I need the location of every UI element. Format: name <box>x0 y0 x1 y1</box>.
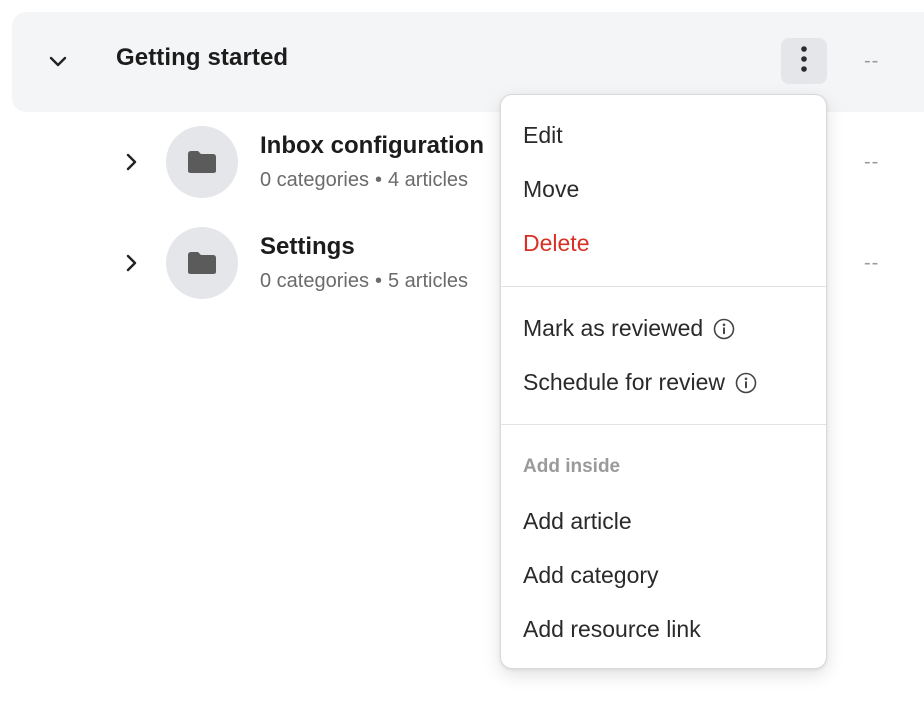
chevron-right-icon[interactable] <box>119 150 143 174</box>
categories-count: 0 categories <box>260 169 369 191</box>
category-title[interactable]: Getting started <box>116 44 288 72</box>
folder-icon <box>166 126 238 198</box>
menu-item-move[interactable]: Move <box>523 176 579 203</box>
collection-tree: Getting started -- Inbox configuration 0… <box>0 0 924 702</box>
list-item-meta: 0 categories • 5 articles <box>260 270 468 293</box>
menu-divider <box>501 424 826 425</box>
folder-icon <box>166 227 238 299</box>
menu-item-add-resource-link[interactable]: Add resource link <box>523 616 701 643</box>
meta-separator: • <box>374 169 382 191</box>
status-placeholder: -- <box>864 252 880 274</box>
menu-divider <box>501 286 826 287</box>
more-options-button[interactable] <box>781 38 827 84</box>
more-options-menu: Edit Move Delete Mark as reviewed Schedu… <box>500 94 827 669</box>
list-item-meta: 0 categories • 4 articles <box>260 169 468 192</box>
info-icon[interactable] <box>735 372 757 394</box>
menu-item-mark-reviewed[interactable]: Mark as reviewed <box>523 315 735 342</box>
list-item-title[interactable]: Settings <box>260 233 355 261</box>
menu-item-label: Schedule for review <box>523 369 725 395</box>
articles-count: 4 articles <box>387 169 469 191</box>
menu-item-add-article[interactable]: Add article <box>523 508 632 535</box>
meta-separator: • <box>374 270 382 292</box>
info-icon[interactable] <box>713 318 735 340</box>
menu-item-delete[interactable]: Delete <box>523 230 589 257</box>
categories-count: 0 categories <box>260 270 369 292</box>
menu-item-schedule-review[interactable]: Schedule for review <box>523 369 757 396</box>
menu-item-edit[interactable]: Edit <box>523 122 563 149</box>
menu-item-add-category[interactable]: Add category <box>523 562 659 589</box>
header-status-placeholder: -- <box>864 50 880 72</box>
chevron-right-icon[interactable] <box>119 251 143 275</box>
menu-section-label: Add inside <box>523 456 621 477</box>
more-vertical-icon <box>800 45 808 78</box>
menu-item-label: Mark as reviewed <box>523 315 704 341</box>
articles-count: 5 articles <box>387 270 469 292</box>
list-item-title[interactable]: Inbox configuration <box>260 132 484 160</box>
status-placeholder: -- <box>864 151 880 173</box>
chevron-down-icon[interactable] <box>46 49 70 73</box>
